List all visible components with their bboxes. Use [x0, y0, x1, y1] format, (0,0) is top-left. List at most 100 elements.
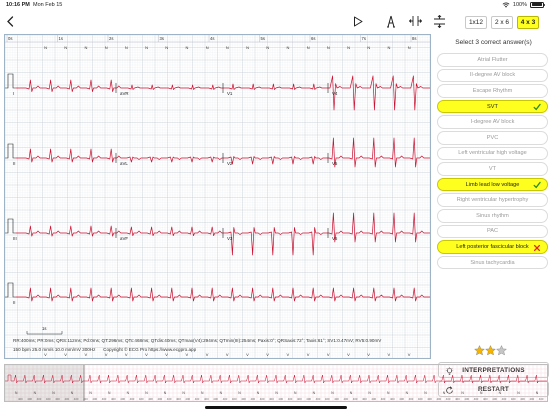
time-label: 4s: [210, 36, 214, 41]
answer-option[interactable]: Sinus tachycardia: [437, 255, 548, 270]
answer-label: Escape Rhythm: [472, 87, 513, 94]
rhythm-overview-strip[interactable]: N 400 400 N 400 400 N 400 400 N 400 400 N 400 400 N 400 4…: [4, 364, 548, 402]
strip-rr-label: 400: [269, 397, 274, 401]
answer-option[interactable]: I-degree AV block: [437, 115, 548, 129]
time-label: 7s: [362, 36, 366, 41]
calibration-pulse: [5, 218, 16, 234]
wifi-icon: [502, 2, 510, 8]
answer-option[interactable]: Left posterior fascicular block: [437, 240, 548, 254]
checkmark-icon: [533, 181, 541, 189]
strip-rr-label: 400: [83, 397, 88, 401]
lead-label: aVF: [120, 236, 128, 241]
ecg-settings: 150 bpm 25.0 mm/s 10.0 mm/mV 300Hz: [13, 347, 96, 352]
play-button[interactable]: [352, 14, 364, 28]
beat-label: N: [85, 45, 88, 50]
strip-rr-label: 400: [260, 397, 265, 401]
strip-rr-label: 400: [464, 397, 469, 401]
time-label: 3s: [160, 36, 164, 41]
answer-option[interactable]: Left ventricular high voltage: [437, 146, 548, 161]
answer-option[interactable]: Limb lead low voltage: [437, 177, 548, 192]
time-label: 1s: [59, 36, 63, 41]
strip-rr-label: 400: [539, 397, 544, 401]
strip-rr-label: 400: [446, 397, 451, 401]
answer-option[interactable]: Atrial Flutter: [437, 53, 548, 67]
star-empty-icon: [496, 345, 507, 356]
strip-rr-label: 400: [102, 397, 107, 401]
strip-rr-label: 400: [427, 397, 432, 401]
strip-rr-label: 400: [316, 397, 321, 401]
beat-label-bottom: V: [408, 352, 411, 357]
caliper-button[interactable]: [385, 14, 397, 28]
lead-label: I: [13, 91, 14, 96]
strip-rr-label: 400: [381, 397, 386, 401]
strip-rr-label: 400: [213, 397, 218, 401]
answer-label: PVC: [486, 134, 499, 141]
beat-label: N: [327, 45, 330, 50]
strip-rr-label: 400: [46, 397, 51, 401]
time-label: 8s: [412, 36, 416, 41]
beat-label-bottom: V: [64, 352, 67, 357]
strip-rr-label: 400: [344, 397, 349, 401]
answer-label: Left ventricular high voltage: [458, 150, 527, 157]
beat-label: N: [145, 45, 148, 50]
strip-rr-label: 400: [185, 397, 190, 401]
horizontal-caliper-button[interactable]: [408, 14, 422, 28]
strip-rr-label: 400: [27, 397, 32, 401]
layout-2x6-button[interactable]: 2 x 6: [491, 16, 513, 29]
vertical-caliper-button[interactable]: [432, 14, 446, 28]
answer-label: SVT: [487, 103, 498, 110]
answer-option[interactable]: Sinus rhythm: [437, 209, 548, 223]
rhythm-strip-chart: N400 400N400 400N400 400N400 400N400 400N400 4…: [5, 365, 547, 401]
beat-label-bottom: V: [367, 352, 370, 357]
beat-label: N: [44, 45, 47, 50]
lead-label: V5: [332, 161, 338, 166]
beat-label: N: [367, 45, 370, 50]
strip-rr-label: 400: [176, 397, 181, 401]
answer-option[interactable]: VT: [437, 162, 548, 176]
beat-label-bottom: V: [186, 352, 189, 357]
layout-1x12-button[interactable]: 1x12: [465, 16, 487, 29]
beat-label-bottom: V: [327, 352, 330, 357]
beat-label: N: [226, 45, 229, 50]
answer-option[interactable]: SVT: [437, 99, 548, 114]
strip-rr-label: 400: [502, 397, 507, 401]
beat-label-bottom: V: [347, 352, 350, 357]
star-filled-icon: [485, 345, 496, 356]
beat-label: N: [287, 45, 290, 50]
answer-option[interactable]: Right ventricular hypertrophy: [437, 193, 548, 207]
strip-rr-label: 400: [278, 397, 283, 401]
answer-option[interactable]: PVC: [437, 131, 548, 145]
layout-4x3-button[interactable]: 4 x 3: [517, 16, 539, 29]
back-button[interactable]: [5, 14, 15, 28]
battery-icon: [530, 1, 546, 8]
strip-rr-label: 400: [530, 397, 535, 401]
status-bar: 10:16 PM Mon Feb 15 100%: [0, 0, 552, 10]
beat-label: N: [307, 45, 310, 50]
beat-label: N: [408, 45, 411, 50]
beat-label: N: [125, 45, 128, 50]
ecg-12-lead-view[interactable]: 0s 1s 2s 3s 4s 5s 6s 7s 8s N V N V N V N V N V N V N V N V N V N V N V…: [4, 34, 431, 359]
strip-rr-label: 400: [390, 397, 395, 401]
strip-rr-label: 400: [223, 397, 228, 401]
lead-label: V4: [332, 91, 338, 96]
status-time: 10:16 PM: [6, 2, 30, 8]
strip-rr-label: 400: [362, 397, 367, 401]
ecg-minor-grid: [5, 35, 430, 358]
status-date: Mon Feb 15: [33, 2, 63, 8]
strip-rr-label: 400: [74, 397, 79, 401]
strip-rr-label: 400: [37, 397, 42, 401]
strip-rr-label: 400: [65, 397, 70, 401]
beat-label-bottom: V: [266, 352, 269, 357]
lead-label: II: [13, 300, 15, 305]
lead-label: V6: [332, 236, 338, 241]
strip-rr-label: 400: [232, 397, 237, 401]
strip-rr-label: 400: [55, 397, 60, 401]
ecg-trace: [16, 212, 430, 256]
horizontal-caliper-icon: [408, 16, 422, 26]
strip-rr-label: 400: [306, 397, 311, 401]
ecg-footer: 150 bpm 25.0 mm/s 10.0 mm/mV 300Hz Copyr…: [13, 347, 196, 352]
answer-option[interactable]: II-degree AV block: [437, 68, 548, 83]
answer-option[interactable]: PAC: [437, 224, 548, 239]
answer-option[interactable]: Escape Rhythm: [437, 84, 548, 98]
strip-rr-label: 400: [474, 397, 479, 401]
